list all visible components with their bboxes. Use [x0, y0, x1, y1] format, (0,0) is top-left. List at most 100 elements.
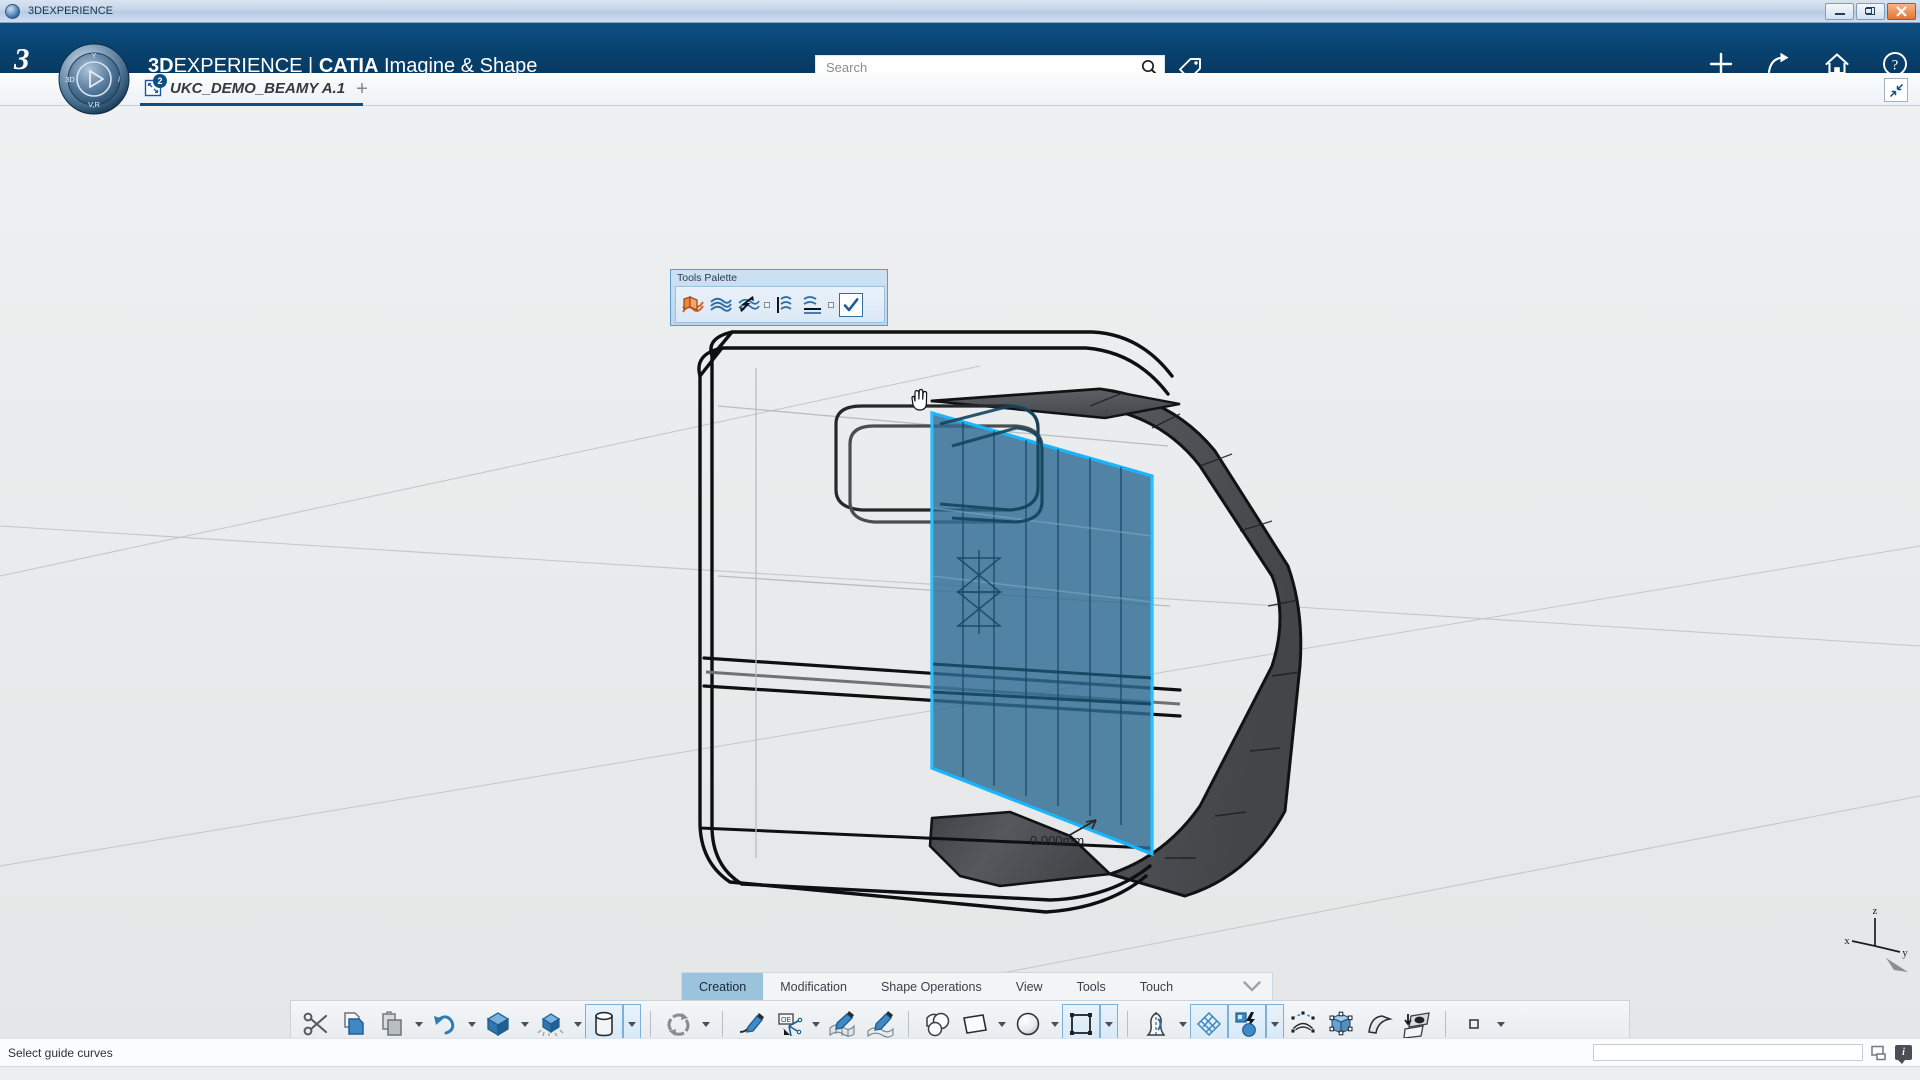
surface-patch-orange-icon [681, 295, 704, 313]
tool-surface-sweep[interactable] [799, 290, 826, 320]
stacked-surfaces-icon [709, 297, 732, 312]
svg-text:3D: 3D [65, 75, 75, 84]
minimize-icon [1834, 13, 1845, 15]
action-bar-tabs: Creation Modification Shape Operations V… [681, 972, 1273, 1000]
chevron-down-icon [628, 1021, 636, 1027]
chevron-down-icon [1105, 1021, 1113, 1027]
window-panel-button[interactable] [1870, 1044, 1888, 1062]
paste-clipboard-icon [382, 1011, 402, 1036]
checkbox-checked-icon [843, 297, 859, 311]
tool-surface-arrows[interactable] [735, 290, 762, 320]
svg-text:V,R: V,R [88, 100, 100, 109]
chevron-down-icon [1178, 1021, 1187, 1027]
document-tab-title: UKC_DEMO_BEAMY A.1 [170, 79, 346, 97]
ruled-surface-icon [776, 295, 792, 313]
svg-text:Y: Y [91, 51, 96, 60]
hand-cursor [911, 388, 928, 411]
info-badge[interactable]: i [1895, 1045, 1912, 1064]
collapse-diagonal-icon [1889, 83, 1903, 97]
chevron-down-icon [1271, 1021, 1279, 1027]
chevron-down-icon [997, 1021, 1006, 1027]
os-window-title: 3DEXPERIENCE [28, 5, 113, 17]
svg-text:i: i [118, 75, 120, 84]
project-onto-surface-icon [1403, 1012, 1430, 1038]
swept-surface-icon [803, 295, 821, 314]
chevron-down-icon [467, 1021, 476, 1027]
dimension-label: 0.000mm [1030, 833, 1085, 848]
tools-palette[interactable]: Tools Palette [670, 269, 888, 326]
surface-flip-arrows-icon [737, 295, 760, 312]
toolbar-separator-3 [908, 1011, 909, 1037]
toolbar-separator-5 [1445, 1011, 1446, 1037]
axis-label-z: z [1873, 905, 1878, 917]
tools-palette-row [675, 286, 885, 323]
status-input-field[interactable] [1593, 1044, 1863, 1061]
close-icon [1896, 5, 1907, 17]
3d-compass[interactable]: Y 3D i V,R [58, 43, 130, 115]
curved-sheet-icon [1368, 1015, 1393, 1034]
pencil-mesh-icon [829, 1011, 855, 1037]
refresh-cycle-icon [667, 1013, 690, 1036]
tool-multi-surface[interactable] [707, 290, 734, 320]
chevron-down-icon [573, 1021, 582, 1027]
tab-shape-operations[interactable]: Shape Operations [864, 973, 999, 1000]
3d-model-scene [0, 330, 1920, 1066]
tab-touch[interactable]: Touch [1123, 973, 1190, 1000]
expand-frame-icon: 2 [144, 74, 167, 97]
square-with-nodes-icon [1070, 1013, 1092, 1035]
tool-surface-highlighted[interactable] [679, 290, 706, 320]
chevron-down-icon [1496, 1021, 1505, 1027]
tools-palette-title: Tools Palette [677, 272, 738, 284]
new-tab-button[interactable]: + [352, 79, 372, 100]
blue-cube-icon [486, 1012, 510, 1037]
window-panel-icon [1871, 1045, 1886, 1060]
os-title-bar: 3DEXPERIENCE [0, 0, 1920, 23]
status-bar-bottom-strip [0, 1066, 1920, 1080]
tab-view[interactable]: View [999, 973, 1060, 1000]
toolbar-separator-2 [722, 1011, 723, 1037]
document-tab[interactable]: 2 UKC_DEMO_BEAMY A.1 [140, 73, 364, 106]
application-header: 3 Y 3D i V,R 3DEXPERIENCE | CATIA Imagin… [0, 23, 1920, 115]
tab-modification[interactable]: Modification [763, 973, 864, 1000]
status-bar-right: i [1593, 1044, 1920, 1064]
boolean-shapes-icon [926, 1012, 950, 1037]
chevron-down-icon [1243, 981, 1261, 992]
toolbar-separator [650, 1011, 651, 1037]
axis-label-x: x [1844, 935, 1850, 947]
axis-triad: z x y [1844, 905, 1908, 972]
3ds-app-icon [5, 3, 20, 19]
plane-square-icon [963, 1014, 987, 1034]
pencil-sketch-axis-icon: OE [778, 1013, 803, 1037]
status-message: Select guide curves [8, 1045, 113, 1060]
action-bar-expand-button[interactable] [1232, 973, 1272, 1000]
surface-handle-marker [955, 550, 1003, 634]
close-button[interactable] [1887, 2, 1916, 20]
toolbar-separator-4 [1127, 1011, 1128, 1037]
pencil-surface-icon [867, 1011, 894, 1038]
scissors-icon [303, 1012, 328, 1036]
status-bar: Select guide curves i [0, 1038, 1920, 1066]
restore-button[interactable] [1856, 2, 1885, 20]
copy-pages-icon [344, 1012, 364, 1035]
document-tab-strip: 2 UKC_DEMO_BEAMY A.1 + [0, 73, 1920, 106]
selected-surface[interactable] [930, 404, 1154, 857]
svg-text:?: ? [1892, 58, 1898, 74]
tool-surface-ruled[interactable] [771, 290, 798, 320]
revolve-profile-icon [1146, 1012, 1166, 1036]
tab-creation[interactable]: Creation [682, 973, 764, 1000]
chevron-down-icon [414, 1021, 423, 1027]
tab-tools[interactable]: Tools [1060, 973, 1123, 1000]
palette-separator-2 [827, 290, 834, 320]
grid-net-icon [1196, 1011, 1222, 1037]
tool-confirm[interactable] [839, 292, 863, 317]
minimize-button[interactable] [1825, 2, 1854, 20]
svg-text:OE: OE [781, 1017, 791, 1024]
small-square-icon [1469, 1019, 1479, 1029]
box-with-nodes-icon [1329, 1011, 1353, 1036]
chevron-down-icon [1050, 1021, 1059, 1027]
os-window-buttons [1825, 2, 1920, 20]
arched-surface-nodes-icon [1290, 1010, 1316, 1034]
cylinder-icon [595, 1011, 613, 1037]
collapse-panel-button[interactable] [1884, 78, 1908, 102]
3d-viewport[interactable]: 0.000mm z x y Tools Palette [0, 106, 1920, 1066]
